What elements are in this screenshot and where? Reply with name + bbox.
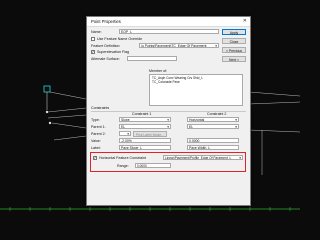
- drawing-point: [45, 110, 49, 114]
- close-button[interactable]: Close: [222, 38, 246, 44]
- use-feature-name-override-checkbox[interactable]: [91, 37, 95, 41]
- constraint-1-parent-1-dropdown[interactable]: EL: [119, 124, 171, 129]
- list-item[interactable]: TC_Colonade Pave: [152, 80, 180, 84]
- horizontal-feature-constraint-dropdown[interactable]: Linear\Pavement\Profile_Edge Of Pavement…: [163, 155, 243, 160]
- drawing-line: [47, 114, 87, 119]
- constraint-1-parent-2-dropdown[interactable]: [119, 131, 131, 136]
- name-field[interactable]: EOP_L: [119, 29, 219, 34]
- previous-button[interactable]: < Previous: [222, 47, 246, 53]
- horizontal-feature-constraint-checkbox[interactable]: [93, 155, 97, 160]
- parent-2-label: Parent 2:: [91, 132, 106, 136]
- type-label: Type:: [91, 118, 100, 122]
- constraint-2-header: Constraint 2: [207, 112, 227, 116]
- alternate-surface-label: Alternate Surface:: [91, 57, 120, 61]
- drawing-line: [248, 101, 300, 105]
- feature-definition-label: Feature Definition:: [91, 44, 121, 48]
- use-feature-name-override-label: Use Feature Name Override: [97, 37, 143, 41]
- drawing-line: [53, 135, 87, 141]
- constraint-2-label-field[interactable]: Pave Width_L: [187, 145, 239, 150]
- value-label: Value:: [91, 139, 101, 143]
- constraint-1-type-dropdown[interactable]: Slope: [119, 117, 171, 122]
- superelevation-flag-label: Superelevation Flag: [97, 50, 129, 54]
- parent-1-label: Parent 1:: [91, 125, 106, 129]
- dialog-title: Point Properties: [91, 19, 121, 24]
- drawing-line: [248, 91, 300, 97]
- range-label: Range:: [117, 164, 129, 168]
- drawing-line: [51, 122, 87, 129]
- point-properties-dialog: Point Properties ✕ Name: EOP_L Use Featu…: [86, 16, 251, 206]
- apply-button[interactable]: Apply: [222, 29, 246, 35]
- constraint-1-header: Constraint 1: [132, 112, 152, 116]
- feature-definition-dropdown[interactable]: \u Points\Pavement\TC_Edge Of Pavement: [139, 43, 219, 48]
- drawing-line: [47, 107, 87, 113]
- pick-label-mode-button[interactable]: Pick Label Mode...: [133, 130, 167, 137]
- constraints-heading: Constraints: [91, 106, 110, 110]
- close-icon[interactable]: ✕: [243, 18, 247, 24]
- constraint-1-label-field[interactable]: Pave Slope_L: [119, 145, 171, 150]
- constraint-2-value-field[interactable]: 0.0000: [187, 138, 239, 143]
- superelevation-flag-checkbox[interactable]: [91, 49, 95, 54]
- constraint-2-type-dropdown[interactable]: Horizontal: [187, 117, 239, 122]
- constraint-1-value-field[interactable]: -2.00%: [119, 138, 171, 143]
- label-label: Label:: [91, 146, 101, 150]
- range-field[interactable]: 0.0000: [135, 163, 171, 168]
- selected-point-marker[interactable]: [43, 85, 51, 93]
- next-button[interactable]: Next >: [222, 56, 246, 62]
- member-of-list[interactable]: TC_Asph Conc Wearing Crs Shld_L TC_Colon…: [149, 74, 243, 106]
- dialog-titlebar[interactable]: Point Properties ✕: [87, 17, 250, 27]
- name-label: Name:: [91, 30, 102, 34]
- member-of-label: Member of:: [149, 69, 168, 73]
- horizontal-feature-constraint-label: Horizontal Feature Constraint: [99, 156, 146, 160]
- drawing-line: [248, 129, 300, 133]
- drawing-line: [49, 91, 87, 100]
- constraint-2-parent-1-dropdown[interactable]: EL: [187, 124, 239, 129]
- alternate-surface-field[interactable]: [127, 56, 177, 61]
- drawing-point: [48, 121, 52, 125]
